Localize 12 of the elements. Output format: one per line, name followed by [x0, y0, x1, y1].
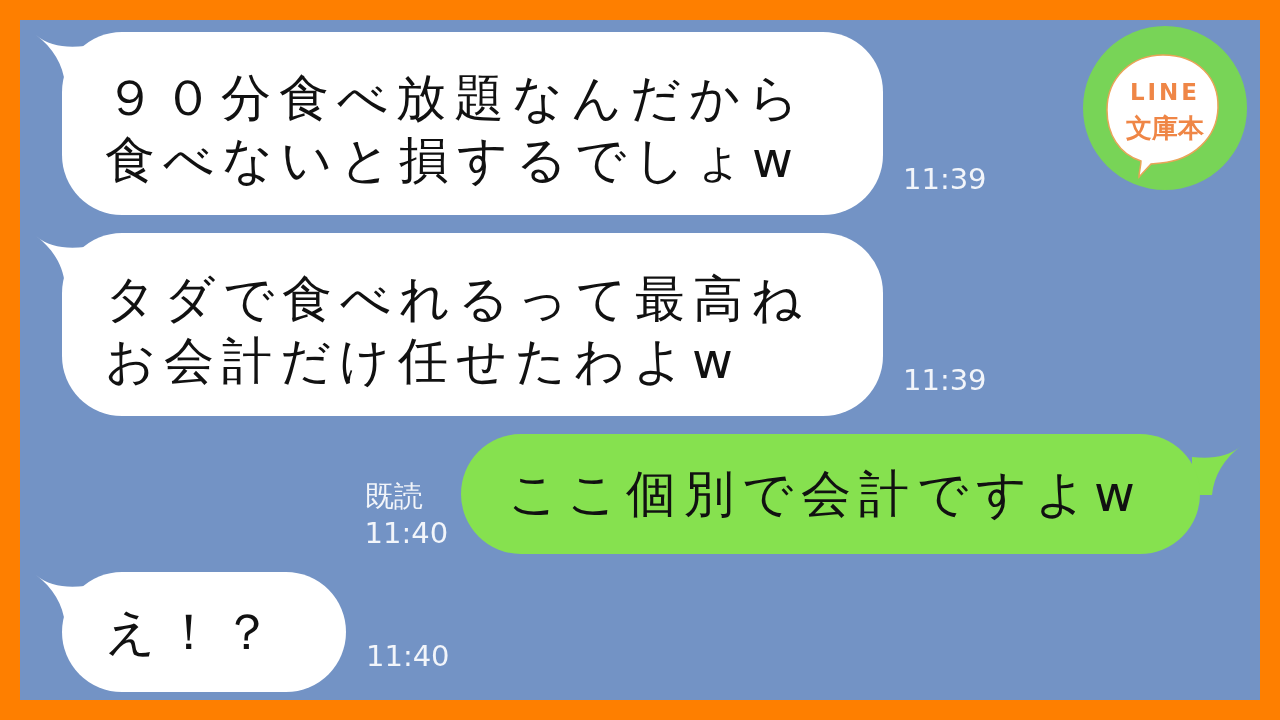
message-bubble: え！？ [62, 572, 346, 692]
message-bubble: タダで食べれるって最高ねお会計だけ任せたわよw [62, 233, 883, 416]
message-bubble: ここ個別で会計ですよw [461, 434, 1200, 554]
speech-bubble-icon [1105, 53, 1221, 180]
timestamp: 11:40 [364, 515, 449, 551]
timestamp: 11:39 [903, 362, 987, 398]
timestamp: 11:40 [366, 638, 450, 674]
message-bubble: ９０分食べ放題なんだから食べないと損するでしょw [62, 32, 883, 215]
logo-text: LINE [1129, 78, 1201, 106]
timestamp: 11:39 [903, 161, 987, 197]
read-receipt: 既読 [364, 478, 423, 515]
logo-text: 文庫本 [1126, 112, 1204, 144]
